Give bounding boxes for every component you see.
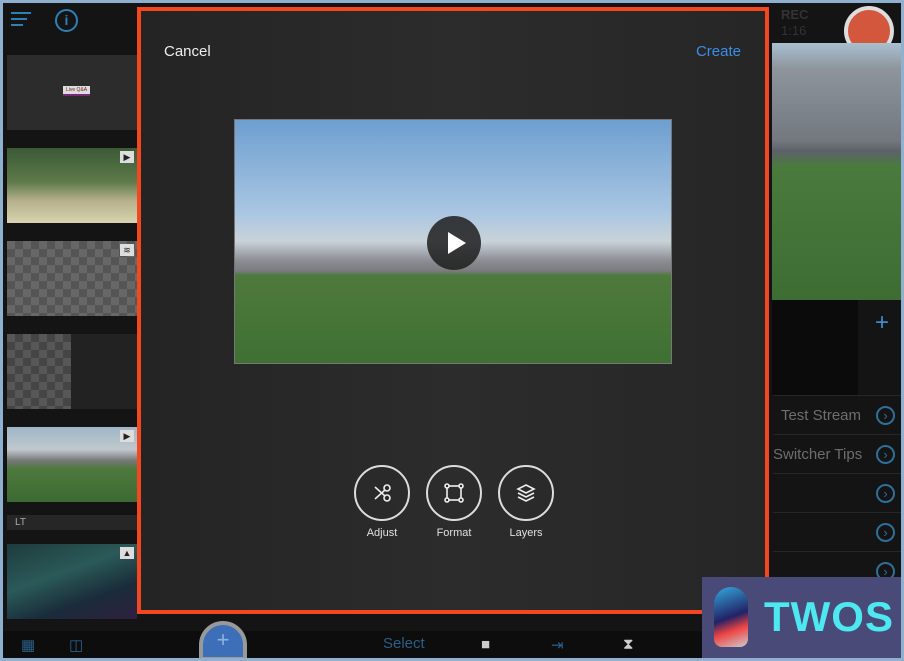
format-button[interactable]: Format: [426, 465, 482, 539]
add-source-button[interactable]: +: [199, 621, 247, 658]
camera-icon[interactable]: ■: [481, 636, 490, 653]
play-button[interactable]: [427, 216, 481, 270]
adjust-label: Adjust: [366, 527, 398, 539]
lower-third-preview: Live Q&A: [63, 86, 91, 96]
layers-icon: [516, 484, 536, 502]
layers-icon: ≋: [120, 244, 134, 256]
crop-frame-icon: [444, 483, 464, 503]
chevron-right-icon[interactable]: ›: [876, 445, 895, 464]
stream-row[interactable]: Test Stream ›: [773, 395, 901, 434]
cancel-button[interactable]: Cancel: [164, 43, 211, 60]
info-icon[interactable]: i: [55, 9, 78, 32]
source-thumb-field[interactable]: ▶: [7, 427, 137, 502]
section-label: LT: [7, 515, 137, 530]
source-thumb-concert[interactable]: ▲: [7, 544, 137, 619]
source-thumb-graphics[interactable]: Live Q&A: [7, 55, 137, 130]
image-icon: ▲: [120, 547, 134, 559]
watermark: TWOS: [702, 577, 901, 658]
add-button[interactable]: +: [875, 309, 889, 337]
chevron-right-icon[interactable]: ›: [876, 406, 895, 425]
play-icon: ▶: [120, 430, 134, 442]
dark-preview: [772, 300, 858, 395]
stream-row[interactable]: Switcher Tips ›: [773, 434, 901, 473]
stream-row[interactable]: ›: [773, 512, 901, 551]
watermark-text: TWOS: [764, 593, 894, 640]
source-thumb-split[interactable]: [7, 334, 137, 409]
select-button[interactable]: Select: [383, 635, 425, 652]
source-thumb-overlay[interactable]: ≋: [7, 241, 137, 316]
adjust-button[interactable]: Adjust: [354, 465, 410, 539]
menu-icon[interactable]: [11, 12, 31, 26]
layers-label: Layers: [509, 527, 543, 539]
row-label: Switcher Tips: [773, 446, 863, 463]
output-icon[interactable]: ⇥: [551, 636, 564, 654]
lightbulb-logo: [714, 587, 748, 647]
create-button[interactable]: Create: [696, 43, 741, 60]
program-preview: [772, 43, 901, 300]
video-preview[interactable]: [234, 119, 672, 364]
format-label: Format: [436, 527, 472, 539]
chevron-right-icon[interactable]: ›: [876, 484, 895, 503]
source-thumb-wheat[interactable]: ▶: [7, 148, 137, 223]
create-composition-modal: Cancel Create Adjust Format Layers: [137, 7, 769, 614]
chevron-right-icon[interactable]: ›: [876, 523, 895, 542]
layers-button[interactable]: Layers: [498, 465, 554, 539]
play-icon: ▶: [120, 151, 134, 163]
multiview-icon[interactable]: ◫: [69, 636, 83, 654]
row-label: Test Stream: [780, 407, 861, 424]
stream-row[interactable]: ›: [773, 473, 901, 512]
rec-label: REC: [781, 7, 809, 22]
transition-icon[interactable]: ⧗: [623, 636, 634, 653]
scissors-icon: [374, 484, 391, 502]
grid-view-icon[interactable]: ▦: [21, 636, 35, 654]
rec-time: 1:16: [781, 23, 807, 38]
